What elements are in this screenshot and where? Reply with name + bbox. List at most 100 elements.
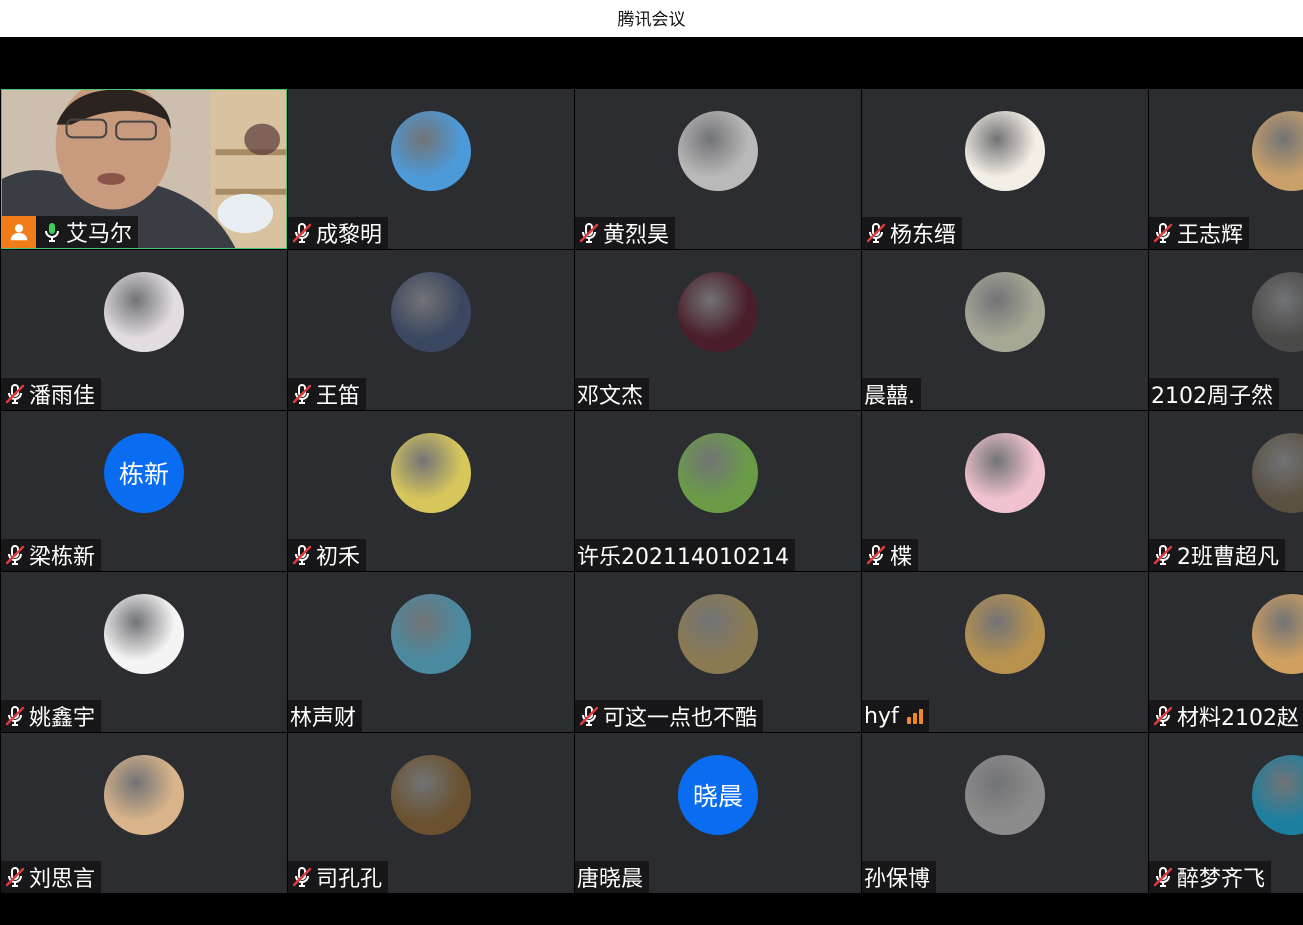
- participant-name: 艾马尔: [66, 222, 133, 247]
- mic-muted-icon: [292, 867, 312, 887]
- participant-name-tag: 梁栋新: [1, 539, 102, 571]
- participant-name: 晨囍.: [864, 384, 915, 409]
- participant-name-tag: 艾马尔: [2, 216, 139, 248]
- mic-muted-icon: [1153, 867, 1173, 887]
- participant-tile[interactable]: 许乐202114010214: [575, 411, 861, 571]
- mic-muted-icon: [292, 384, 312, 404]
- participant-tile[interactable]: 可这一点也不酷: [575, 572, 861, 732]
- avatar: [391, 272, 471, 352]
- participant-name-tag: 许乐202114010214: [575, 539, 795, 571]
- avatar: 栋新: [104, 433, 184, 513]
- mic-muted-icon: [5, 384, 25, 404]
- participant-name: 王志辉: [1177, 223, 1244, 248]
- participant-tile[interactable]: 材料2102赵: [1149, 572, 1303, 732]
- participant-name: 姚鑫宇: [29, 706, 96, 731]
- participant-tile[interactable]: 姚鑫宇: [1, 572, 287, 732]
- participant-name: 王笛: [316, 384, 361, 409]
- participant-tile[interactable]: 初禾: [288, 411, 574, 571]
- participant-name: 黄烈昊: [603, 223, 670, 248]
- avatar: [965, 433, 1045, 513]
- avatar: [391, 111, 471, 191]
- avatar: [678, 433, 758, 513]
- window-title: 腾讯会议: [617, 10, 686, 30]
- mic-muted-icon: [1153, 545, 1173, 565]
- participant-tile[interactable]: 王志辉: [1149, 89, 1303, 249]
- participant-grid: 艾马尔 成黎明 黄烈昊 杨东缙 王志辉 潘雨佳 王笛 邓文杰 晨囍. 2102周子然 栋新 梁栋新 初禾…: [1, 89, 1303, 894]
- mic-muted-icon: [292, 223, 312, 243]
- participant-name-tag: 司孔孔: [288, 861, 389, 893]
- mic-muted-icon: [5, 545, 25, 565]
- participant-tile[interactable]: 邓文杰: [575, 250, 861, 410]
- participant-tile[interactable]: 醉梦齐飞: [1149, 733, 1303, 893]
- participant-name-tag: 王笛: [288, 378, 367, 410]
- participant-name: 2班曹超凡: [1177, 545, 1279, 570]
- avatar: [391, 433, 471, 513]
- participant-name: 初禾: [316, 545, 361, 570]
- participant-name-tag: 2班曹超凡: [1149, 539, 1285, 571]
- participant-tile[interactable]: 黄烈昊: [575, 89, 861, 249]
- avatar: [965, 111, 1045, 191]
- window-titlebar: 腾讯会议: [0, 0, 1303, 37]
- participant-tile[interactable]: 王笛: [288, 250, 574, 410]
- participant-name-tag: 醉梦齐飞: [1149, 861, 1272, 893]
- participant-name: 成黎明: [316, 223, 383, 248]
- participant-name-tag: hyf: [862, 700, 929, 732]
- participant-name-tag: 孙保博: [862, 861, 937, 893]
- avatar: [965, 594, 1045, 674]
- participant-name: 刘思言: [29, 867, 96, 892]
- avatar: 晓晨: [678, 755, 758, 835]
- participant-name: 潘雨佳: [29, 384, 96, 409]
- participant-name: 司孔孔: [316, 867, 383, 892]
- participant-tile[interactable]: 潘雨佳: [1, 250, 287, 410]
- participant-tile[interactable]: 成黎明: [288, 89, 574, 249]
- participant-name-tag: 黄烈昊: [575, 217, 676, 249]
- participant-tile[interactable]: 栋新梁栋新: [1, 411, 287, 571]
- mic-muted-icon: [579, 223, 599, 243]
- participant-name: 唐晓晨: [577, 867, 644, 892]
- participant-name-tag: 唐晓晨: [575, 861, 650, 893]
- mic-muted-icon: [866, 545, 886, 565]
- participant-name: 孙保博: [864, 867, 931, 892]
- participant-name-tag: 材料2102赵: [1149, 700, 1303, 732]
- avatar: [391, 755, 471, 835]
- mic-muted-icon: [5, 706, 25, 726]
- participant-name: 邓文杰: [577, 384, 644, 409]
- mic-active-icon: [45, 223, 59, 242]
- avatar: [1252, 111, 1303, 191]
- participant-tile[interactable]: 楪: [862, 411, 1148, 571]
- participant-tile[interactable]: 晓晨唐晓晨: [575, 733, 861, 893]
- participant-name-tag: 邓文杰: [575, 378, 650, 410]
- mic-muted-icon: [1153, 223, 1173, 243]
- participant-tile[interactable]: 孙保博: [862, 733, 1148, 893]
- participant-tile[interactable]: hyf: [862, 572, 1148, 732]
- participant-tile[interactable]: 刘思言: [1, 733, 287, 893]
- avatar: [1252, 433, 1303, 513]
- participant-name: 杨东缙: [890, 223, 957, 248]
- host-badge-icon: [2, 216, 36, 248]
- avatar: [1252, 755, 1303, 835]
- participant-tile[interactable]: 司孔孔: [288, 733, 574, 893]
- participant-tile[interactable]: 晨囍.: [862, 250, 1148, 410]
- participant-tile[interactable]: 林声财: [288, 572, 574, 732]
- participant-name: 梁栋新: [29, 545, 96, 570]
- avatar: [104, 272, 184, 352]
- participant-name-tag: 林声财: [288, 700, 363, 732]
- participant-name: 2102周子然: [1151, 384, 1273, 409]
- participant-name: 许乐202114010214: [577, 545, 789, 570]
- mic-muted-icon: [1153, 706, 1173, 726]
- participant-name-tag: 初禾: [288, 539, 367, 571]
- participant-tile[interactable]: 2班曹超凡: [1149, 411, 1303, 571]
- participant-tile[interactable]: 杨东缙: [862, 89, 1148, 249]
- network-signal-icon: [906, 708, 923, 724]
- avatar: [678, 111, 758, 191]
- self-video-tile[interactable]: 艾马尔: [1, 89, 287, 249]
- participant-name-tag: 潘雨佳: [1, 378, 102, 410]
- participant-name-tag: 成黎明: [288, 217, 389, 249]
- avatar: [1252, 594, 1303, 674]
- participant-name: 楪: [890, 545, 913, 570]
- avatar: [678, 272, 758, 352]
- avatar: [678, 594, 758, 674]
- participant-name: hyf: [864, 703, 899, 729]
- participant-tile[interactable]: 2102周子然: [1149, 250, 1303, 410]
- avatar: [391, 594, 471, 674]
